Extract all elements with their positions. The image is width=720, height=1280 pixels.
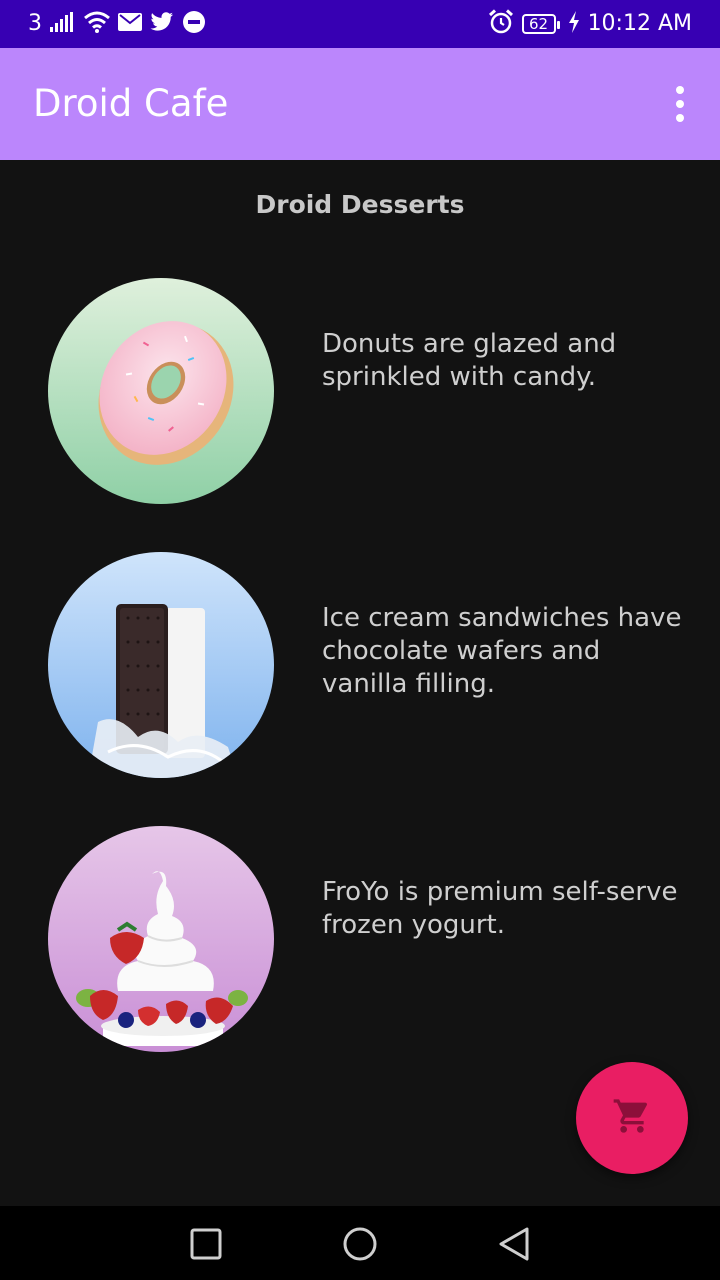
intro-heading: Droid Desserts: [255, 190, 465, 219]
menu-dot: [676, 114, 684, 122]
alarm-icon: [488, 9, 514, 39]
home-button[interactable]: [342, 1226, 378, 1262]
froyo-image[interactable]: [48, 826, 274, 1052]
twitter-icon: [150, 12, 174, 36]
wifi-icon: [84, 11, 110, 37]
app-title: Droid Cafe: [33, 82, 229, 125]
app-bar: Droid Cafe: [0, 48, 720, 160]
charging-icon: [568, 11, 580, 37]
battery-level: 62: [529, 15, 549, 33]
froyo-description: FroYo is premium self-serve frozen yogur…: [322, 877, 678, 940]
menu-dot: [676, 86, 684, 94]
shopping-cart-icon: [612, 1096, 652, 1140]
list-item-ice-cream-sandwich: Ice cream sandwiches have chocolate wafe…: [48, 552, 688, 778]
message-icon: [182, 10, 206, 38]
list-item-donut: Donuts are glazed and sprinkled with can…: [48, 278, 688, 504]
donut-image[interactable]: [48, 278, 274, 504]
donut-description: Donuts are glazed and sprinkled with can…: [322, 329, 617, 392]
more-vert-icon[interactable]: [664, 86, 696, 122]
clock: 10:12 AM: [587, 11, 692, 36]
network-type: 3: [28, 11, 42, 36]
ice-cream-sandwich-image[interactable]: [48, 552, 274, 778]
status-left: 3: [28, 0, 206, 48]
list-item-froyo: FroYo is premium self-serve frozen yogur…: [48, 826, 688, 1052]
signal-icon: [50, 12, 76, 36]
back-button[interactable]: [496, 1226, 532, 1262]
mail-icon: [118, 13, 142, 35]
cart-fab[interactable]: [576, 1062, 688, 1174]
ice-cream-sandwich-description: Ice cream sandwiches have chocolate wafe…: [322, 603, 682, 699]
status-right: 62 10:12 AM: [488, 0, 692, 48]
navigation-bar: [0, 1206, 720, 1280]
battery-icon: 62: [521, 14, 560, 34]
recents-button[interactable]: [188, 1226, 224, 1262]
status-bar: 3 62 10:12 AM: [0, 0, 720, 48]
menu-dot: [676, 100, 684, 108]
